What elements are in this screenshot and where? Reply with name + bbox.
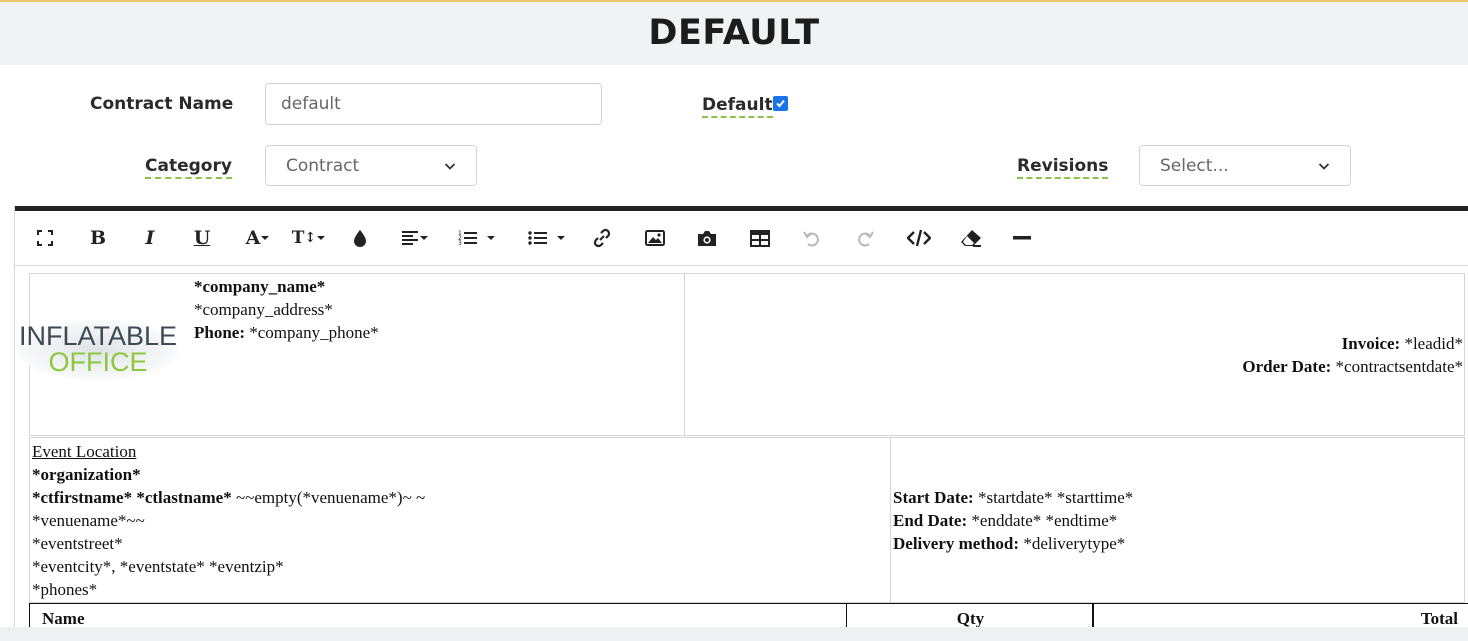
event-location-title: Event Location	[32, 442, 137, 461]
organization: *organization*	[32, 465, 141, 484]
invoice-info: Invoice: *leadid* Order Date: *contracts…	[1242, 332, 1463, 378]
revisions-select[interactable]: Select...	[1139, 145, 1351, 186]
company-address: *company_address*	[194, 300, 333, 319]
unordered-list-icon[interactable]	[523, 225, 571, 251]
chevron-down-icon	[1318, 162, 1330, 170]
event-dates-info: Start Date: *startdate* *starttime* End …	[893, 486, 1133, 555]
end-date-label: End Date:	[893, 511, 968, 530]
default-checkbox[interactable]	[773, 96, 788, 111]
ordered-list-icon[interactable]: 123	[453, 225, 501, 251]
phones: *phones*	[32, 580, 98, 599]
fullscreen-icon[interactable]	[35, 225, 55, 251]
start-date-label: Start Date:	[893, 488, 974, 507]
rich-text-editor: B I U A T ↕ 123 *company_name* *company_…	[14, 206, 1468, 641]
camera-icon[interactable]	[697, 225, 717, 251]
code-view-icon[interactable]	[907, 225, 931, 251]
eventcity-line: *eventcity*, *eventstate* *eventzip*	[32, 557, 284, 576]
underline-icon[interactable]: U	[191, 225, 213, 251]
color-fill-icon[interactable]	[350, 225, 370, 251]
event-location-info: Event Location *organization* *ctfirstna…	[32, 440, 425, 601]
category-selected-value: Contract	[286, 155, 360, 176]
venuename: *venuename*~~	[32, 511, 145, 530]
revisions-selected-value: Select...	[1160, 155, 1229, 176]
table-icon[interactable]	[750, 225, 770, 251]
eraser-icon[interactable]	[960, 225, 982, 251]
phone-value: *company_phone*	[245, 323, 379, 342]
page-title: DEFAULT	[648, 13, 820, 53]
company-logo: INFLATABLE OFFICE	[18, 320, 178, 380]
category-select[interactable]: Contract	[265, 145, 477, 186]
logo-line2: OFFICE	[49, 347, 148, 377]
editor-content[interactable]: *company_name* *company_address* Phone: …	[15, 267, 1468, 641]
undo-icon[interactable]	[802, 225, 822, 251]
contract-name-value: default	[281, 94, 341, 114]
revisions-label: Revisions	[1017, 156, 1109, 179]
page-header: DEFAULT	[0, 2, 1468, 65]
editor-toolbar: B I U A T ↕ 123	[15, 211, 1468, 266]
venue-condition: ~~empty(*venuename*)~ ~	[231, 488, 426, 507]
invoice-value: *leadid*	[1400, 334, 1463, 353]
eventstreet: *eventstreet*	[32, 534, 123, 553]
invoice-label: Invoice:	[1341, 334, 1401, 353]
name-header: Name	[42, 609, 85, 628]
delivery-value: *deliverytype*	[1019, 534, 1126, 553]
default-label: Default	[702, 95, 773, 118]
horizontal-rule-icon[interactable]	[1012, 225, 1032, 251]
link-icon[interactable]	[592, 225, 612, 251]
contact-names: *ctfirstname* *ctlastname*	[32, 488, 232, 507]
order-date-value: *contractsentdate*	[1331, 357, 1463, 376]
contract-name-label: Contract Name	[90, 94, 234, 114]
chevron-down-icon	[444, 162, 456, 170]
align-icon[interactable]	[397, 225, 433, 251]
total-header: Total	[1420, 609, 1458, 628]
company-name: *company_name*	[194, 277, 326, 296]
bold-icon[interactable]: B	[87, 225, 109, 251]
end-date-value: *enddate* *endtime*	[967, 511, 1118, 530]
contract-name-input[interactable]: default	[265, 83, 602, 125]
image-icon[interactable]	[645, 225, 665, 251]
font-color-icon[interactable]: A	[240, 225, 276, 251]
italic-icon[interactable]: I	[139, 225, 161, 251]
qty-header: Qty	[956, 609, 985, 628]
category-label: Category	[145, 156, 232, 179]
redo-icon[interactable]	[855, 225, 875, 251]
font-size-icon[interactable]: T ↕	[291, 225, 327, 251]
phone-label: Phone:	[194, 323, 245, 342]
svg-text:3: 3	[458, 240, 462, 247]
company-info: *company_name* *company_address* Phone: …	[194, 275, 379, 344]
bottom-scroll-bar	[0, 627, 1468, 641]
delivery-label: Delivery method:	[893, 534, 1020, 553]
checkmark-icon	[776, 99, 785, 108]
order-date-label: Order Date:	[1242, 357, 1332, 376]
start-date-value: *startdate* *starttime*	[973, 488, 1134, 507]
